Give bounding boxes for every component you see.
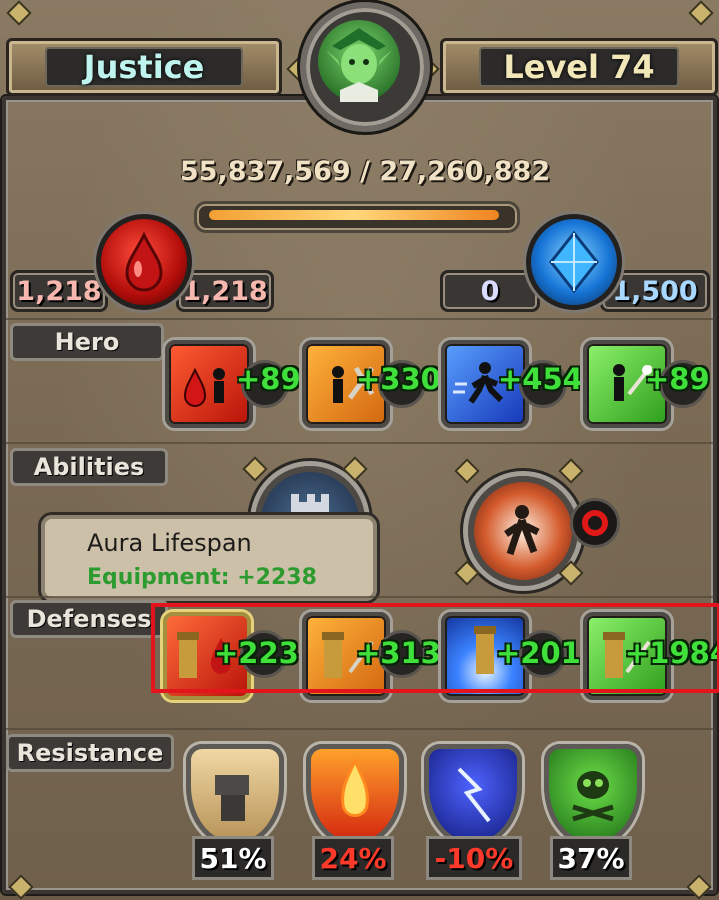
hero-section-tab[interactable]: Hero: [10, 323, 164, 361]
ability-indicator-icon: [582, 510, 608, 536]
physical-resistance-text: 51%: [199, 841, 267, 875]
poison-resistance-icon: [572, 771, 614, 822]
frame-stud: [6, 0, 32, 26]
hero-stat-speed-bonus: +454: [498, 362, 583, 396]
stat-tooltip: Aura Lifespan Equipment: +2238: [38, 512, 380, 604]
tooltip-title: Aura Lifespan: [87, 529, 252, 557]
hero-section-label: Hero: [54, 328, 120, 356]
resistance-lightning[interactable]: [424, 744, 522, 846]
health-current-plate: 1,218: [10, 270, 108, 312]
section-divider: [6, 728, 714, 730]
hero-level-plate: Level 74: [440, 38, 718, 96]
hero-stat-health-bonus: +89: [236, 362, 301, 396]
resistance-poison-value: 37%: [550, 836, 632, 880]
hero-name: Justice: [83, 48, 205, 86]
experience-bar-fill: [209, 210, 499, 220]
mana-crystal-icon: [549, 230, 599, 294]
resistance-physical-value: 51%: [192, 836, 274, 880]
hero-level: Level 74: [503, 48, 655, 86]
hero-avatar-icon: [326, 28, 392, 102]
physical-resistance-icon: [215, 775, 249, 821]
mana-current-plate: 0: [440, 270, 540, 312]
section-divider: [6, 596, 714, 598]
tooltip-detail: Equipment: +2238: [87, 565, 317, 590]
health-orb: [96, 214, 192, 310]
poison-resistance-text: 37%: [557, 841, 625, 875]
frame-stud: [688, 0, 714, 26]
mana-max: 1,500: [612, 275, 698, 307]
health-current: 1,218: [16, 275, 102, 307]
experience-bar: [194, 201, 520, 233]
health-max: 1,218: [182, 275, 268, 307]
resistance-poison[interactable]: [544, 744, 642, 846]
abilities-section-tab[interactable]: Abilities: [10, 448, 168, 486]
health-max-plate: 1,218: [176, 270, 274, 312]
defenses-section-tab[interactable]: Defenses: [10, 600, 168, 638]
hero-avatar: [318, 20, 400, 102]
defenses-highlight-box: [151, 603, 719, 693]
hero-stat-damage-bonus: +330: [356, 362, 441, 396]
ability-level-bubble: [570, 498, 620, 548]
aura-ability-icon: [504, 505, 540, 556]
abilities-section-label: Abilities: [33, 453, 145, 481]
lightning-resistance-text: -10%: [434, 841, 514, 875]
health-drop-icon: [125, 231, 163, 292]
resistance-fire-value: 24%: [312, 836, 394, 880]
hero-portrait[interactable]: [300, 2, 430, 132]
mana-orb: [526, 214, 622, 310]
resistance-section-tab[interactable]: Resistance: [6, 734, 174, 772]
resistance-physical[interactable]: [186, 744, 284, 846]
resistance-lightning-value: -10%: [426, 836, 522, 880]
section-divider: [6, 318, 714, 320]
hero-info-panel: Justice Level 74 55,837,569 / 27,260,882…: [0, 0, 719, 900]
hero-name-plate: Justice: [6, 38, 282, 96]
fire-resistance-icon: [341, 757, 369, 817]
hero-stat-casting-rate-bonus: +89: [645, 362, 710, 396]
resistance-section-label: Resistance: [16, 739, 164, 767]
defenses-section-label: Defenses: [26, 605, 152, 633]
fire-resistance-text: 24%: [319, 841, 387, 875]
mana-current: 0: [480, 275, 500, 307]
section-divider: [6, 442, 714, 444]
lightning-resistance-icon: [457, 767, 491, 823]
resistance-fire[interactable]: [306, 744, 404, 846]
experience-text: 55,837,569 / 27,260,882: [179, 156, 551, 187]
